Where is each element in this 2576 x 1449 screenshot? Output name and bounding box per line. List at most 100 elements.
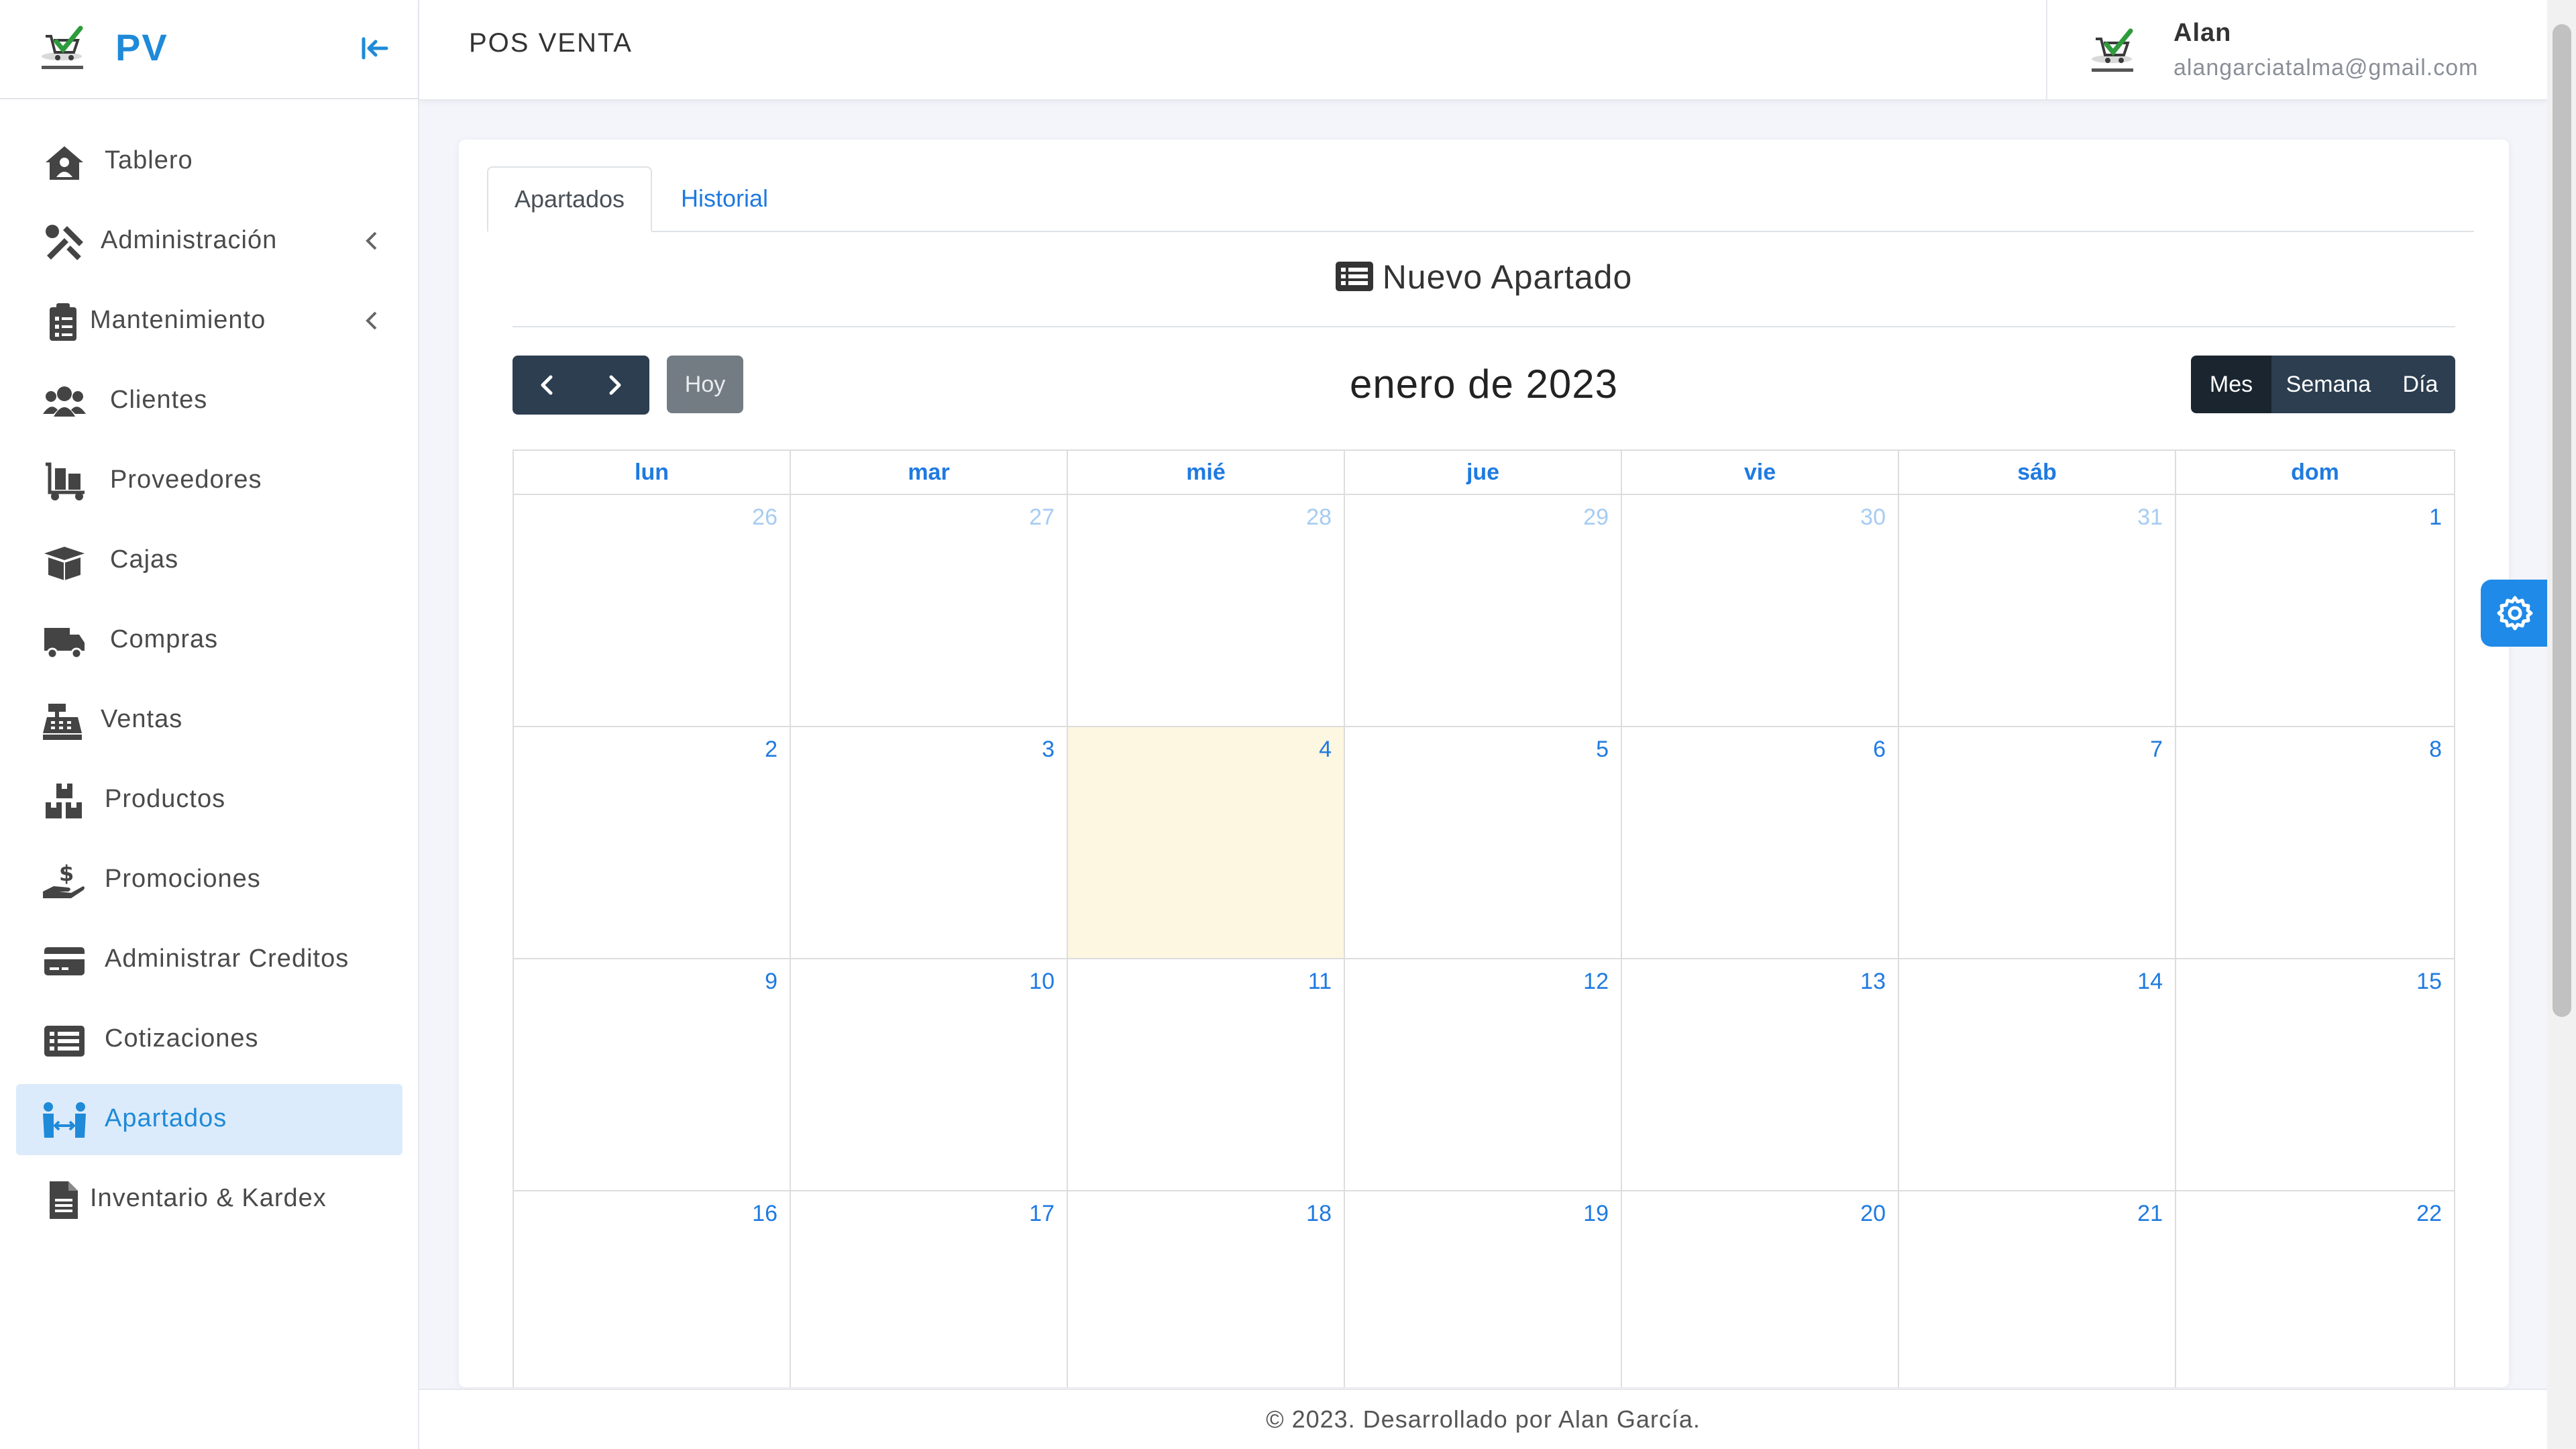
calendar-day[interactable]: 30	[1622, 495, 1899, 727]
sidebar-item-label: Promociones	[105, 865, 261, 893]
calendar-day[interactable]: 27	[791, 495, 1068, 727]
calendar-day[interactable]: 14	[1899, 959, 2176, 1191]
calendar-day[interactable]: 3	[791, 727, 1068, 959]
calendar-day[interactable]: 18	[1068, 1191, 1345, 1387]
sidebar-item-label: Cajas	[110, 545, 179, 574]
day-number[interactable]: 13	[1860, 969, 1886, 995]
calendar-day[interactable]: 10	[791, 959, 1068, 1191]
sidebar-item-inventario-kardex[interactable]: Inventario & Kardex	[16, 1164, 402, 1235]
sidebar-item-ventas[interactable]: Ventas	[16, 685, 402, 756]
calendar-day[interactable]: 13	[1622, 959, 1899, 1191]
chevron-left-icon	[366, 311, 377, 330]
day-number[interactable]: 27	[1029, 504, 1055, 531]
truck-icon	[44, 628, 85, 659]
calendar-day[interactable]: 19	[1345, 1191, 1622, 1387]
day-number[interactable]: 10	[1029, 969, 1055, 995]
box-open-icon	[44, 547, 85, 580]
weekday-header: dom	[2176, 451, 2455, 495]
sidebar-item-productos[interactable]: Productos	[16, 765, 402, 836]
calendar-day-today[interactable]: 4	[1068, 727, 1345, 959]
day-number[interactable]: 3	[1042, 737, 1055, 763]
sidebar-item-administrar-creditos[interactable]: Administrar Creditos	[16, 924, 402, 996]
day-number[interactable]: 18	[1306, 1201, 1332, 1227]
day-number[interactable]: 11	[1308, 969, 1332, 995]
tab-historial[interactable]: Historial	[652, 166, 797, 231]
sidebar-item-clientes[interactable]: Clientes	[16, 366, 402, 437]
weekday-header: lun	[514, 451, 791, 495]
day-number[interactable]: 15	[2416, 969, 2442, 995]
calendar-day[interactable]: 17	[791, 1191, 1068, 1387]
day-number[interactable]: 19	[1583, 1201, 1609, 1227]
sidebar-item-label: Administrar Creditos	[105, 945, 350, 973]
sidebar-item-compras[interactable]: Compras	[16, 605, 402, 676]
calendar-day[interactable]: 11	[1068, 959, 1345, 1191]
content-card: Apartados Historial Nuevo Apartado Hoy e…	[459, 140, 2509, 1387]
calendar-day[interactable]: 12	[1345, 959, 1622, 1191]
collapse-sidebar-icon[interactable]	[356, 30, 393, 67]
calendar-day[interactable]: 7	[1899, 727, 2176, 959]
calendar-day[interactable]: 9	[514, 959, 791, 1191]
day-number[interactable]: 31	[2137, 504, 2163, 531]
tools-icon	[46, 225, 83, 260]
day-number[interactable]: 9	[765, 969, 777, 995]
calendar-day[interactable]: 26	[514, 495, 791, 727]
view-month-button[interactable]: Mes	[2191, 356, 2271, 413]
calendar-day[interactable]: 15	[2176, 959, 2455, 1191]
day-number[interactable]: 17	[1029, 1201, 1055, 1227]
day-number[interactable]: 8	[2429, 737, 2442, 763]
day-number[interactable]: 29	[1583, 504, 1609, 531]
day-number[interactable]: 28	[1306, 504, 1332, 531]
calendar-day[interactable]: 29	[1345, 495, 1622, 727]
day-number[interactable]: 16	[752, 1201, 777, 1227]
calendar-day[interactable]: 1	[2176, 495, 2455, 727]
day-number[interactable]: 12	[1583, 969, 1609, 995]
file-icon	[50, 1181, 78, 1219]
day-number[interactable]: 2	[765, 737, 777, 763]
calendar-day[interactable]: 2	[514, 727, 791, 959]
calendar-day[interactable]: 31	[1899, 495, 2176, 727]
sidebar-item-apartados[interactable]: Apartados	[16, 1084, 402, 1155]
day-number[interactable]: 20	[1860, 1201, 1886, 1227]
calendar-day[interactable]: 5	[1345, 727, 1622, 959]
sidebar-item-promociones[interactable]: $ Promociones	[16, 845, 402, 916]
weekday-header: jue	[1345, 451, 1622, 495]
day-number[interactable]: 6	[1873, 737, 1886, 763]
sidebar-item-administracion[interactable]: Administración	[16, 206, 402, 277]
day-number[interactable]: 14	[2137, 969, 2163, 995]
day-number[interactable]: 22	[2416, 1201, 2442, 1227]
weekday-header: vie	[1622, 451, 1899, 495]
day-number[interactable]: 30	[1860, 504, 1886, 531]
view-day-button[interactable]: Día	[2385, 356, 2455, 413]
tab-apartados[interactable]: Apartados	[487, 166, 652, 232]
calendar-day[interactable]: 21	[1899, 1191, 2176, 1387]
user-menu[interactable]: Alan alangarciatalma@gmail.com	[2046, 0, 2547, 99]
day-number[interactable]: 26	[752, 504, 777, 531]
scrollbar-thumb[interactable]	[2553, 24, 2571, 1017]
settings-button[interactable]	[2481, 580, 2549, 647]
section-title-text: Nuevo Apartado	[1382, 258, 1633, 296]
sidebar-item-proveedores[interactable]: Proveedores	[16, 445, 402, 517]
calendar-day[interactable]: 22	[2176, 1191, 2455, 1387]
list-alt-icon	[1335, 262, 1373, 291]
weekday-header-row: lun mar mié jue vie sáb dom	[514, 451, 2457, 495]
sidebar-item-mantenimiento[interactable]: Mantenimiento	[16, 286, 402, 357]
view-week-button[interactable]: Semana	[2271, 356, 2385, 413]
sidebar-item-label: Clientes	[110, 386, 208, 414]
sidebar-item-label: Mantenimiento	[90, 306, 266, 334]
day-number[interactable]: 21	[2137, 1201, 2163, 1227]
calendar-day[interactable]: 8	[2176, 727, 2455, 959]
calendar-day[interactable]: 6	[1622, 727, 1899, 959]
calendar-day[interactable]: 16	[514, 1191, 791, 1387]
avatar[interactable]	[2081, 24, 2145, 78]
calendar-day[interactable]: 28	[1068, 495, 1345, 727]
calendar-day[interactable]: 20	[1622, 1191, 1899, 1387]
day-number[interactable]: 7	[2150, 737, 2163, 763]
day-number[interactable]: 4	[1319, 737, 1332, 763]
day-number[interactable]: 1	[2429, 504, 2442, 531]
gear-icon	[2497, 596, 2533, 631]
sidebar-item-cajas[interactable]: Cajas	[16, 525, 402, 596]
sidebar-item-tablero[interactable]: Tablero	[16, 126, 402, 197]
day-number[interactable]: 5	[1596, 737, 1609, 763]
sidebar-item-cotizaciones[interactable]: Cotizaciones	[16, 1004, 402, 1075]
page-scrollbar[interactable]	[2547, 0, 2576, 1449]
